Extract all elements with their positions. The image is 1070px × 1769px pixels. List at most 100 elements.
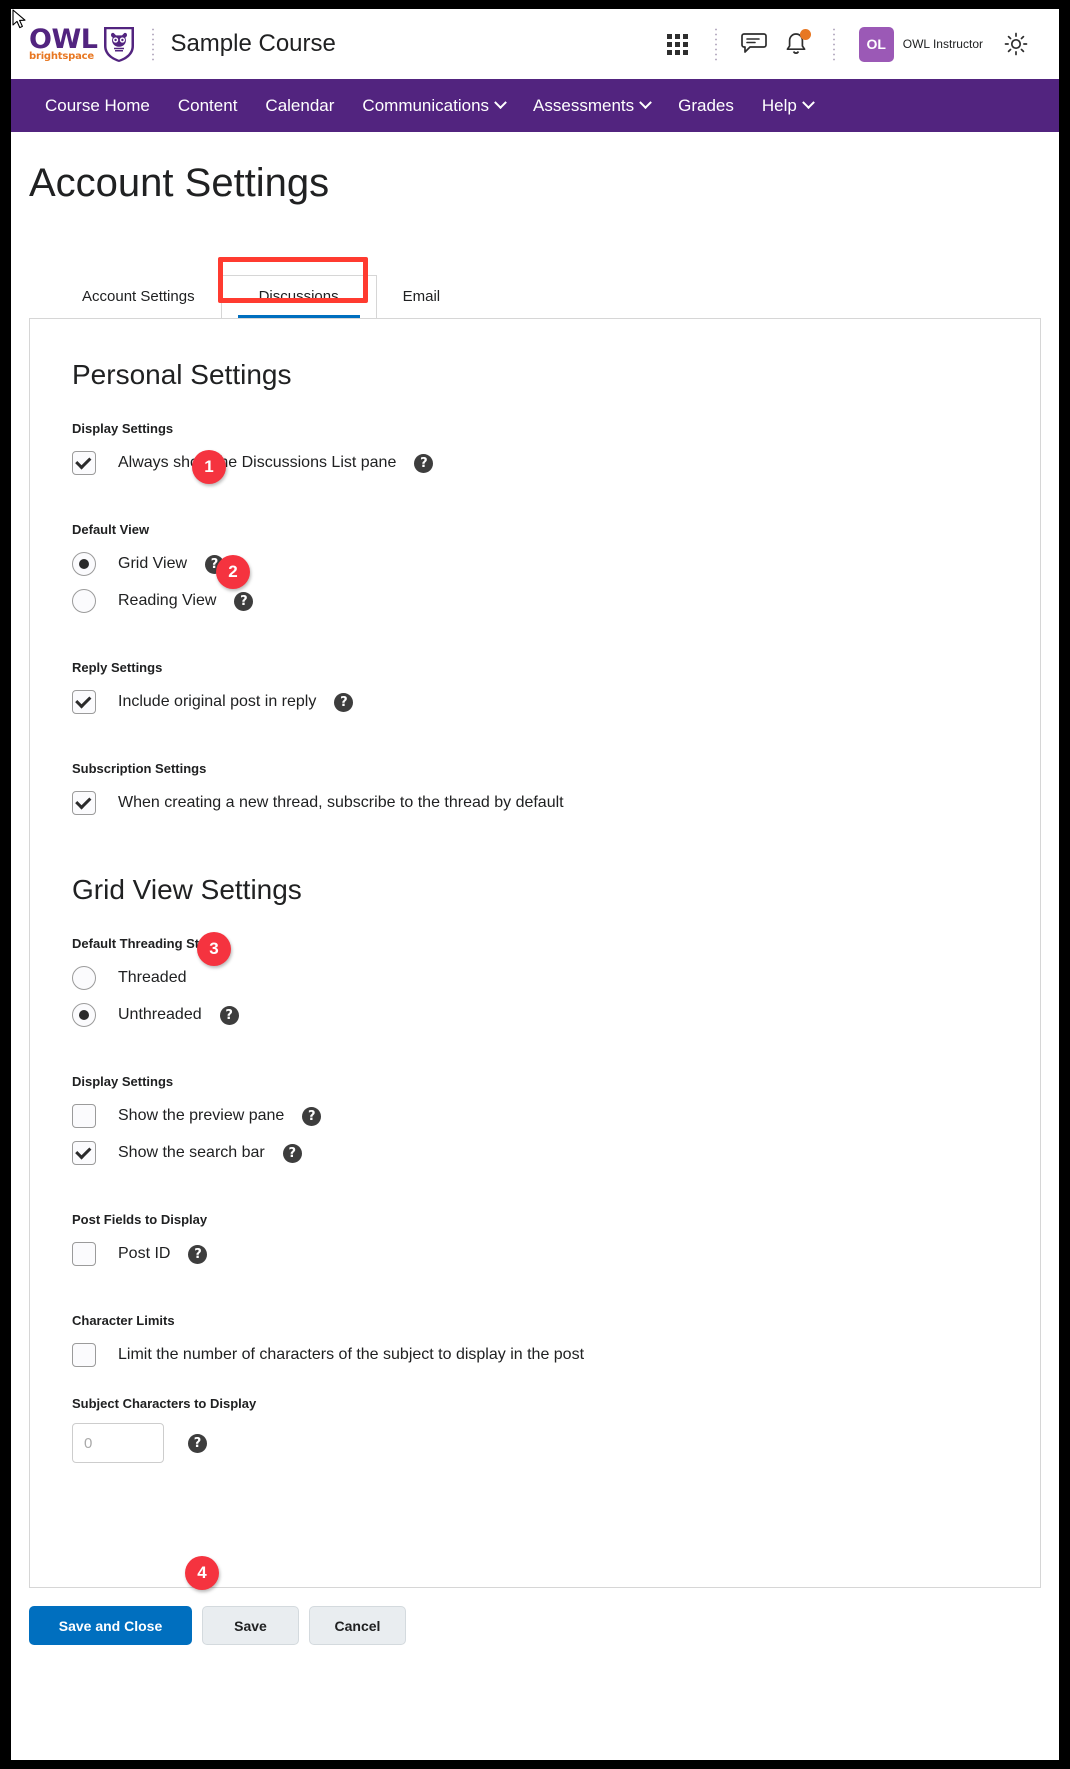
- owl-brightspace-logo[interactable]: OWL brightspace: [29, 24, 136, 64]
- checkbox-post-id[interactable]: [72, 1242, 96, 1266]
- save-and-close-button[interactable]: Save and Close: [29, 1606, 192, 1645]
- chevron-down-icon: [639, 96, 652, 110]
- settings-gear-icon[interactable]: [995, 23, 1037, 65]
- header-divider: [152, 27, 155, 61]
- nav-item-course-home[interactable]: Course Home: [31, 96, 164, 116]
- settings-panel: Personal Settings Display Settings 1 Alw…: [29, 318, 1041, 1588]
- mouse-cursor-icon: [12, 9, 26, 29]
- subject-characters-input[interactable]: [72, 1423, 164, 1463]
- option-show-search-bar[interactable]: Show the search bar ?: [72, 1138, 1040, 1168]
- option-label: When creating a new thread, subscribe to…: [118, 794, 564, 811]
- user-name[interactable]: OWL Instructor: [903, 37, 983, 51]
- subscription-settings-label: Subscription Settings: [72, 761, 207, 776]
- grid-view-settings-heading: Grid View Settings: [72, 874, 302, 905]
- option-unthreaded[interactable]: Unthreaded ?: [72, 1000, 1040, 1030]
- course-title: Sample Course: [170, 30, 336, 57]
- main-navigation: Course Home Content Calendar Communicati…: [11, 79, 1059, 132]
- option-label: Reading View: [118, 592, 217, 609]
- nav-label: Course Home: [45, 95, 150, 115]
- grid-apps-icon[interactable]: [657, 23, 699, 65]
- option-label: Threaded: [118, 969, 187, 986]
- option-label: Show the preview pane: [118, 1107, 285, 1124]
- help-icon[interactable]: ?: [188, 1244, 208, 1264]
- option-label: Show the search bar: [118, 1144, 265, 1161]
- checkbox-always-show-discussions-pane[interactable]: [72, 451, 96, 475]
- option-reading-view[interactable]: Reading View ?: [72, 586, 1040, 616]
- browser-viewport: OWL brightspace Sample Course OL OWL Ins…: [11, 9, 1059, 1760]
- radio-unthreaded[interactable]: [72, 1003, 96, 1027]
- nav-label: Grades: [678, 95, 734, 115]
- personal-settings-heading: Personal Settings: [72, 359, 292, 390]
- option-label: Grid View: [118, 555, 188, 572]
- subject-characters-input-row: ?: [30, 1423, 1040, 1463]
- chevron-down-icon: [801, 96, 815, 110]
- annotation-badge-3: 3: [197, 932, 231, 966]
- tab-label: Email: [402, 288, 441, 305]
- chevron-down-icon: [494, 96, 507, 110]
- save-button[interactable]: Save: [202, 1606, 299, 1645]
- option-subscribe-new-thread[interactable]: When creating a new thread, subscribe to…: [72, 788, 1040, 818]
- header-divider-2: [714, 27, 717, 61]
- nav-item-assessments[interactable]: Assessments: [519, 96, 664, 116]
- checkbox-show-search-bar[interactable]: [72, 1141, 96, 1165]
- cancel-button[interactable]: Cancel: [309, 1606, 406, 1645]
- option-limit-subject-characters[interactable]: Limit the number of characters of the su…: [72, 1340, 1040, 1370]
- nav-item-communications[interactable]: Communications: [348, 96, 519, 116]
- radio-threaded[interactable]: [72, 966, 96, 990]
- avatar[interactable]: OL: [858, 26, 894, 62]
- tab-discussions[interactable]: Discussions: [220, 275, 377, 318]
- post-fields-to-display-label: Post Fields to Display: [72, 1212, 208, 1227]
- nav-label: Communications: [362, 95, 490, 115]
- option-threaded[interactable]: Threaded: [72, 963, 1040, 993]
- logo-brightspace-text: brightspace: [29, 51, 94, 62]
- header-divider-3: [832, 27, 835, 61]
- logo-owl-text: OWL: [29, 24, 98, 55]
- action-bar: Save and Close Save Cancel 4: [11, 1556, 1059, 1645]
- radio-reading-view[interactable]: [72, 589, 96, 613]
- checkbox-show-preview-pane[interactable]: [72, 1104, 96, 1128]
- nav-item-content[interactable]: Content: [164, 96, 252, 116]
- option-label: Post ID: [118, 1245, 171, 1262]
- option-show-preview-pane[interactable]: Show the preview pane ?: [72, 1101, 1040, 1131]
- tab-label: Account Settings: [82, 288, 195, 305]
- option-label: Unthreaded: [118, 1006, 202, 1023]
- help-icon[interactable]: ?: [334, 692, 354, 712]
- help-icon[interactable]: ?: [414, 453, 434, 473]
- notification-badge-dot: [799, 29, 811, 40]
- logo-wordmark: OWL brightspace: [29, 24, 98, 62]
- waffle-grid: [667, 33, 689, 55]
- help-icon[interactable]: ?: [302, 1106, 322, 1126]
- help-icon[interactable]: ?: [219, 1005, 239, 1025]
- option-label: Include original post in reply: [118, 693, 317, 710]
- help-icon[interactable]: ?: [282, 1143, 302, 1163]
- character-limits-label: Character Limits: [72, 1313, 175, 1328]
- tab-label: Discussions: [258, 288, 339, 305]
- annotation-badge-4: 4: [185, 1556, 219, 1590]
- checkbox-subscribe-new-thread[interactable]: [72, 791, 96, 815]
- owl-shield-icon: [104, 27, 135, 62]
- checkbox-include-original-post[interactable]: [72, 690, 96, 714]
- nav-label: Assessments: [533, 95, 635, 115]
- nav-item-grades[interactable]: Grades: [664, 96, 748, 116]
- annotation-badge-1: 1: [192, 450, 226, 484]
- page-content: Account Settings Account Settings Discus…: [11, 161, 1059, 1645]
- radio-grid-view[interactable]: [72, 552, 96, 576]
- notification-bell-icon[interactable]: [775, 23, 817, 65]
- tab-email[interactable]: Email: [377, 276, 467, 318]
- display-settings-label: Display Settings: [72, 421, 174, 436]
- message-icon[interactable]: [733, 23, 775, 65]
- tab-account-settings[interactable]: Account Settings: [56, 276, 221, 318]
- help-icon[interactable]: ?: [234, 591, 254, 611]
- annotation-badge-2: 2: [216, 555, 250, 589]
- nav-item-help[interactable]: Help: [748, 96, 827, 116]
- help-icon[interactable]: ?: [188, 1433, 207, 1453]
- checkbox-limit-subject-characters[interactable]: [72, 1343, 96, 1367]
- option-label: Always show the Discussions List pane: [118, 454, 397, 471]
- option-post-id[interactable]: Post ID ?: [72, 1239, 1040, 1269]
- option-include-original-post[interactable]: Include original post in reply ?: [72, 687, 1040, 717]
- nav-item-calendar[interactable]: Calendar: [251, 96, 348, 116]
- default-view-label: Default View: [72, 522, 150, 537]
- settings-tabs: Account Settings Discussions Email: [56, 257, 1059, 318]
- header-actions: OL OWL Instructor: [657, 23, 1037, 65]
- nav-label: Calendar: [265, 95, 335, 115]
